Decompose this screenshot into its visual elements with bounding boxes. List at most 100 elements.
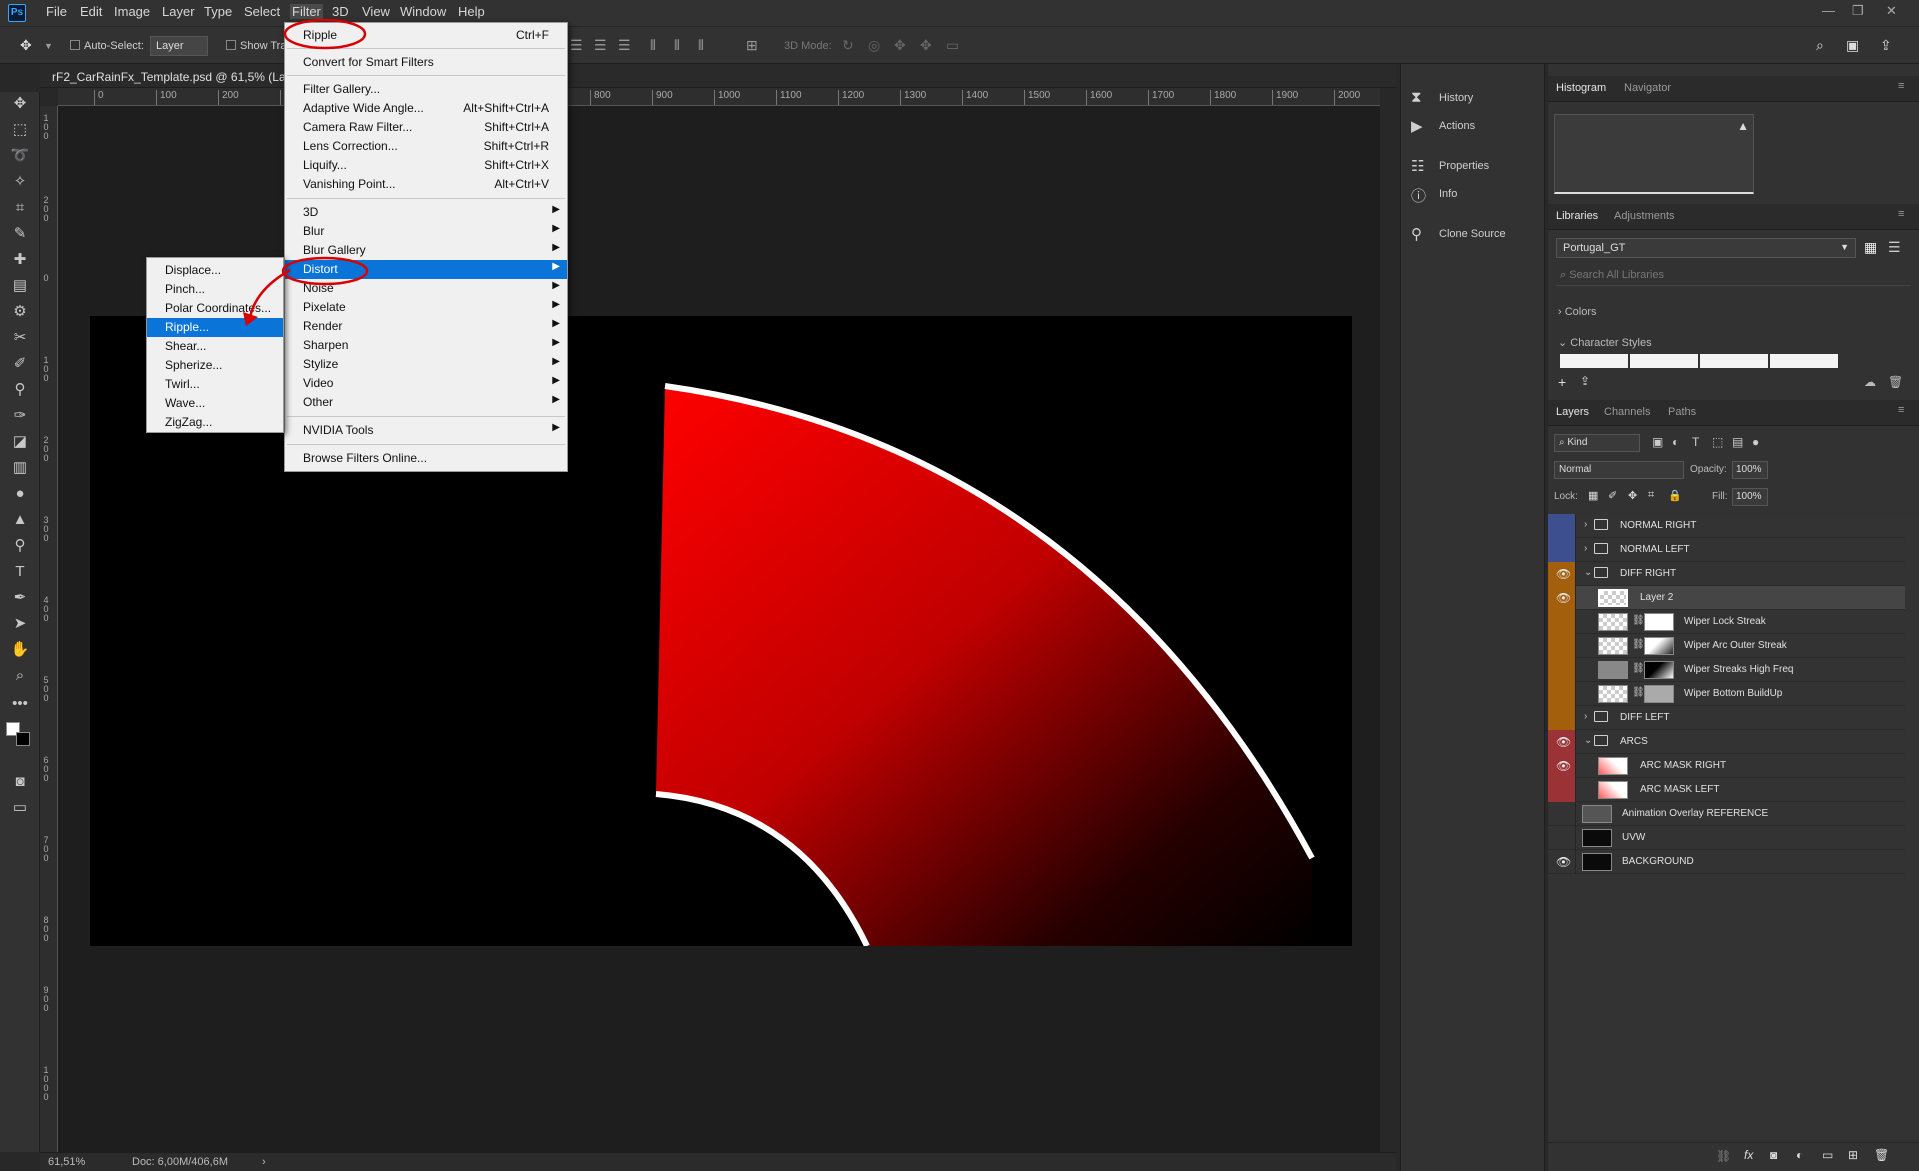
layer-row[interactable]: ⛓ Wiper Bottom BuildUp — [1548, 682, 1905, 706]
tab-paths[interactable]: Paths — [1668, 406, 1696, 418]
menu-item-pixelate[interactable]: Pixelate ▶ — [285, 298, 567, 317]
lock-position-icon[interactable]: ✥ — [1628, 489, 1637, 502]
zoom-level[interactable]: 61,51% — [48, 1156, 85, 1168]
menu-item-noise[interactable]: Noise ▶ — [285, 279, 567, 298]
menu-item-vanishing-point[interactable]: Vanishing Point... Alt+Ctrl+V — [285, 175, 567, 194]
tab-adjustments[interactable]: Adjustments — [1614, 210, 1675, 222]
background-color-swatch[interactable] — [16, 732, 30, 746]
tab-libraries[interactable]: Libraries — [1556, 210, 1598, 222]
lock-all-icon[interactable]: 🔒 — [1668, 489, 1682, 502]
distribute-left-icon[interactable]: ⫴ — [650, 37, 656, 54]
hand-tool-icon[interactable]: ✋ — [10, 640, 30, 660]
cloud-icon[interactable]: ☁ — [1864, 375, 1876, 389]
align-center-icon[interactable]: ☰ — [570, 37, 583, 54]
slide-3d-icon[interactable]: ✥ — [920, 37, 932, 54]
menu-item-nvidia-tools[interactable]: NVIDIA Tools ▶ — [285, 421, 567, 440]
move-tool-icon[interactable]: ✥ — [10, 94, 30, 114]
menu-item-3d[interactable]: 3D ▶ — [285, 203, 567, 222]
panel-properties[interactable]: ☷ Properties — [1411, 154, 1541, 178]
link-layers-icon[interactable]: ⛓ — [1716, 1149, 1731, 1163]
visibility-toggle[interactable] — [1548, 658, 1576, 682]
brush-tool-icon[interactable]: ✐ — [10, 354, 30, 374]
layer-row[interactable]: Animation Overlay REFERENCE — [1548, 802, 1905, 826]
layer-row[interactable]: 👁 ARC MASK RIGHT — [1548, 754, 1905, 778]
layer-row[interactable]: 👁 BACKGROUND — [1548, 850, 1905, 874]
scale-3d-icon[interactable]: ▭ — [946, 37, 959, 54]
panel-info[interactable]: ⓘ Info — [1411, 182, 1541, 206]
opacity-input[interactable]: 100% — [1732, 461, 1768, 479]
crop-tool-icon[interactable]: ⌗ — [10, 198, 30, 218]
menu-item-render[interactable]: Render ▶ — [285, 317, 567, 336]
eyedropper-icon[interactable]: ✎ — [10, 224, 30, 244]
menu-window[interactable]: Window — [400, 4, 446, 19]
lock-pixels-icon[interactable]: ✐ — [1608, 489, 1617, 502]
menu-item-video[interactable]: Video ▶ — [285, 374, 567, 393]
panel-actions[interactable]: ▶ Actions — [1411, 114, 1541, 138]
lock-transparent-icon[interactable]: ▦ — [1588, 489, 1598, 502]
add-mask-icon[interactable]: ◙ — [1770, 1148, 1777, 1162]
menu-layer[interactable]: Layer — [162, 4, 195, 19]
menu-item-stylize[interactable]: Stylize ▶ — [285, 355, 567, 374]
menu-edit[interactable]: Edit — [80, 4, 102, 19]
menu-item-last-filter[interactable]: Ripple Ctrl+F — [285, 26, 567, 45]
scissors-icon[interactable]: ✂ — [10, 328, 30, 348]
filter-toggle-icon[interactable]: ● — [1752, 435, 1759, 449]
fill-input[interactable]: 100% — [1732, 488, 1768, 506]
add-icon[interactable]: + — [1558, 374, 1566, 390]
layer-row[interactable]: › DIFF LEFT — [1548, 706, 1905, 730]
shape-filter-icon[interactable]: ⬚ — [1712, 435, 1723, 449]
menu-view[interactable]: View — [362, 4, 390, 19]
tab-histogram[interactable]: Histogram — [1556, 82, 1606, 94]
document-tab[interactable]: rF2_CarRainFx_Template.psd @ 61,5% (Laye… — [40, 64, 1396, 88]
menu-item-sharpen[interactable]: Sharpen ▶ — [285, 336, 567, 355]
pen-tool-icon[interactable]: ✒ — [10, 588, 30, 608]
layer-row[interactable]: 👁 ⌄ ARCS — [1548, 730, 1905, 754]
menu-3d[interactable]: 3D — [332, 4, 349, 19]
minimize-button[interactable]: — — [1822, 3, 1835, 18]
menu-item-convert-smart[interactable]: Convert for Smart Filters — [285, 53, 567, 72]
visibility-toggle[interactable] — [1548, 706, 1576, 730]
upload-icon[interactable]: ⇪ — [1580, 374, 1590, 388]
visibility-toggle[interactable]: 👁 — [1548, 754, 1576, 778]
layer-row[interactable]: ⛓ Wiper Lock Streak — [1548, 610, 1905, 634]
zoom-tool-icon[interactable]: ⌕ — [10, 666, 30, 686]
more-tools-icon[interactable]: ••• — [10, 694, 30, 714]
restore-button[interactable]: ❐ — [1852, 3, 1864, 19]
visibility-toggle[interactable] — [1548, 682, 1576, 706]
char-style-thumb[interactable] — [1630, 354, 1698, 368]
menu-item-lens-correction[interactable]: Lens Correction... Shift+Ctrl+R — [285, 137, 567, 156]
magic-wand-icon[interactable]: ✧ — [10, 172, 30, 192]
layer-row[interactable]: UVW — [1548, 826, 1905, 850]
tab-channels[interactable]: Channels — [1604, 406, 1650, 418]
fx-icon[interactable]: fx — [1744, 1148, 1753, 1162]
menu-select[interactable]: Select — [244, 4, 280, 19]
align-bottom-icon[interactable]: ☰ — [618, 37, 631, 54]
visibility-toggle[interactable] — [1548, 826, 1576, 850]
new-group-icon[interactable]: ▭ — [1822, 1148, 1833, 1162]
roll-3d-icon[interactable]: ◎ — [868, 37, 880, 54]
tab-layers[interactable]: Layers — [1556, 406, 1589, 418]
adjustment-layer-icon[interactable]: ◐ — [1796, 1148, 1803, 1162]
layer-row[interactable]: ARC MASK LEFT — [1548, 778, 1905, 802]
chevron-down-icon[interactable]: ⌄ — [1584, 567, 1592, 578]
new-layer-icon[interactable]: ⊞ — [1848, 1148, 1858, 1162]
menu-item-blur-gallery[interactable]: Blur Gallery ▶ — [285, 241, 567, 260]
submenu-item-zigzag[interactable]: ZigZag... — [147, 413, 283, 432]
chevron-down-icon[interactable]: ▼ — [44, 41, 53, 51]
menu-type[interactable]: Type — [204, 4, 232, 19]
smart-object-filter-icon[interactable]: ▤ — [1732, 435, 1743, 449]
menu-help[interactable]: Help — [458, 4, 485, 19]
layer-row[interactable]: › NORMAL RIGHT — [1548, 514, 1905, 538]
library-select[interactable]: Portugal_GT ▼ — [1556, 238, 1856, 258]
blur-tool-icon[interactable]: ● — [10, 484, 30, 504]
visibility-toggle[interactable]: 👁 — [1548, 586, 1576, 610]
menu-item-blur[interactable]: Blur ▶ — [285, 222, 567, 241]
char-style-thumb[interactable] — [1770, 354, 1838, 368]
character-styles-section[interactable]: ⌄ Character Styles — [1558, 336, 1652, 349]
show-transform-checkbox[interactable] — [226, 40, 236, 50]
visibility-toggle[interactable] — [1548, 610, 1576, 634]
move-tool-icon[interactable]: ✥ — [20, 37, 32, 54]
submenu-item-spherize[interactable]: Spherize... — [147, 356, 283, 375]
panel-menu-icon[interactable]: ≡ — [1898, 80, 1904, 92]
pixel-filter-icon[interactable]: ▣ — [1652, 435, 1663, 449]
